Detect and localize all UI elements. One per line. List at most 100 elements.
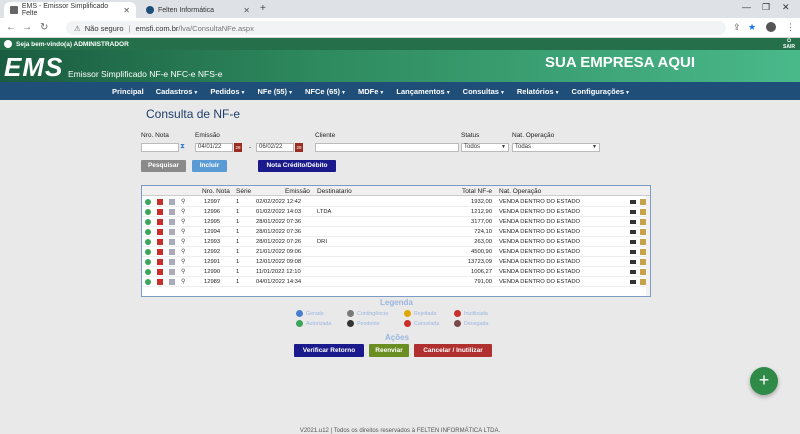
col-nro-nota[interactable]: Nro. Nota — [202, 188, 230, 195]
url-host: emsfi.com.br — [135, 23, 179, 33]
menu-nfce[interactable]: NFCe (65)▼ — [305, 87, 346, 96]
caret-down-icon: ▼ — [288, 89, 294, 96]
pesquisar-button[interactable]: Pesquisar — [141, 160, 186, 172]
menu-lancamentos[interactable]: Lançamentos▼ — [396, 87, 450, 96]
forward-icon[interactable]: → — [22, 22, 32, 33]
table-row[interactable]: ⚲ 12990 1 11/01/2022 12:10 1006,27 VENDA DENT… — [142, 267, 650, 277]
date-to-input[interactable]: 06/02/22 — [256, 143, 294, 152]
magnifier-icon[interactable]: ⚲ — [181, 248, 185, 255]
calendar-icon[interactable]: 28 — [295, 143, 303, 152]
close-tab-icon[interactable]: ✕ — [123, 6, 130, 15]
menu-cadastros[interactable]: Cadastros▼ — [156, 87, 199, 96]
magnifier-icon[interactable]: ⚲ — [181, 268, 185, 275]
new-tab-button[interactable]: + — [260, 3, 266, 14]
email-icon[interactable] — [630, 200, 636, 204]
browser-menu-icon[interactable]: ⋮ — [786, 22, 795, 33]
close-tab-icon[interactable]: ✕ — [243, 6, 250, 15]
share-icon[interactable]: ⇪ — [733, 22, 741, 33]
email-icon[interactable] — [630, 220, 636, 224]
status-select[interactable]: Todos ▼ — [461, 143, 509, 152]
hourglass-icon[interactable]: ⧗ — [180, 143, 185, 151]
email-icon[interactable] — [630, 280, 636, 284]
table-row[interactable]: ⚲ 12997 1 02/02/2022 12:42 1932,00 VENDA DENT… — [142, 197, 650, 207]
email-icon[interactable] — [630, 230, 636, 234]
col-total[interactable]: Total NF-e — [462, 188, 492, 195]
xml-document-icon[interactable] — [169, 279, 175, 285]
col-serie[interactable]: Série — [236, 188, 251, 195]
pdf-icon[interactable] — [157, 239, 163, 245]
email-icon[interactable] — [630, 260, 636, 264]
pdf-icon[interactable] — [157, 259, 163, 265]
cell-nro-nota: 12992 — [204, 249, 221, 255]
add-fab-button[interactable]: + — [750, 367, 778, 395]
menu-principal[interactable]: Principal — [112, 87, 144, 96]
pdf-icon[interactable] — [157, 279, 163, 285]
app-logo[interactable]: EMS — [4, 52, 63, 83]
menu-configuracoes[interactable]: Configurações▼ — [572, 87, 630, 96]
magnifier-icon[interactable]: ⚲ — [181, 228, 185, 235]
window-close-icon[interactable]: ✕ — [782, 2, 790, 13]
xml-document-icon[interactable] — [169, 219, 175, 225]
reenviar-button[interactable]: Reenviar — [369, 344, 409, 357]
table-row[interactable]: ⚲ 12992 1 21/01/2022 09:06 4500,90 VENDA DENT… — [142, 247, 650, 257]
caret-down-icon: ▼ — [554, 89, 560, 96]
magnifier-icon[interactable]: ⚲ — [181, 258, 185, 265]
table-row[interactable]: ⚲ 12993 1 28/01/2022 07:26 DRI 263,00 VENDA DE… — [142, 237, 650, 247]
bookmark-star-icon[interactable]: ★ — [748, 22, 756, 33]
menu-mdfe[interactable]: MDFe▼ — [358, 87, 384, 96]
table-row[interactable]: ⚲ 12991 1 12/01/2022 09:08 13723,09 VENDA DEN… — [142, 257, 650, 267]
pdf-icon[interactable] — [157, 209, 163, 215]
xml-document-icon[interactable] — [169, 239, 175, 245]
back-icon[interactable]: ← — [6, 22, 16, 33]
menu-relatorios[interactable]: Relatórios▼ — [517, 87, 560, 96]
magnifier-icon[interactable]: ⚲ — [181, 198, 185, 205]
calendar-icon[interactable]: 28 — [234, 143, 242, 152]
pdf-icon[interactable] — [157, 269, 163, 275]
url-field[interactable]: ⚠ Não seguro | emsfi.com.br /lva/Consult… — [66, 21, 726, 35]
col-emissao[interactable]: Emissão — [285, 188, 310, 195]
nro-nota-input[interactable] — [141, 143, 179, 152]
email-icon[interactable] — [630, 250, 636, 254]
verificar-retorno-button[interactable]: Verificar Retorno — [294, 344, 364, 357]
menu-pedidos[interactable]: Pedidos▼ — [210, 87, 245, 96]
incluir-button[interactable]: Incluir — [192, 160, 227, 172]
table-row[interactable]: ⚲ 12989 1 04/01/2022 14:34 791,00 VENDA DENTR… — [142, 277, 650, 287]
reload-icon[interactable]: ↻ — [40, 22, 48, 33]
email-icon[interactable] — [630, 270, 636, 274]
cliente-input[interactable] — [315, 143, 459, 152]
profile-avatar[interactable] — [766, 22, 776, 32]
xml-document-icon[interactable] — [169, 269, 175, 275]
cell-nro-nota: 12991 — [204, 259, 221, 265]
xml-document-icon[interactable] — [169, 229, 175, 235]
xml-document-icon[interactable] — [169, 209, 175, 215]
natop-select[interactable]: Todas ▼ — [512, 143, 600, 152]
pdf-icon[interactable] — [157, 219, 163, 225]
pdf-icon[interactable] — [157, 199, 163, 205]
magnifier-icon[interactable]: ⚲ — [181, 238, 185, 245]
menu-consultas[interactable]: Consultas▼ — [463, 87, 505, 96]
menu-nfe[interactable]: NFe (55)▼ — [257, 87, 293, 96]
date-from-input[interactable]: 04/01/22 — [195, 143, 233, 152]
browser-tab-felten[interactable]: Felten Informática ✕ — [140, 2, 256, 18]
xml-document-icon[interactable] — [169, 199, 175, 205]
email-icon[interactable] — [630, 210, 636, 214]
grid-scrollbar[interactable] — [646, 196, 650, 296]
magnifier-icon[interactable]: ⚲ — [181, 208, 185, 215]
nota-credito-button[interactable]: Nota Crédito/Débito — [258, 160, 336, 172]
table-row[interactable]: ⚲ 12995 1 28/01/2022 07:36 3177,00 VENDA DENT… — [142, 217, 650, 227]
email-icon[interactable] — [630, 240, 636, 244]
magnifier-icon[interactable]: ⚲ — [181, 278, 185, 285]
pdf-icon[interactable] — [157, 229, 163, 235]
magnifier-icon[interactable]: ⚲ — [181, 218, 185, 225]
xml-document-icon[interactable] — [169, 249, 175, 255]
minimize-icon[interactable]: — — [742, 2, 751, 12]
cancelar-inutilizar-button[interactable]: Cancelar / Inutilizar — [414, 344, 492, 357]
table-row[interactable]: ⚲ 12994 1 28/01/2022 07:36 724,10 VENDA DENTR… — [142, 227, 650, 237]
browser-tab-ems[interactable]: EMS - Emissor Simplificado Felte ✕ — [4, 2, 136, 18]
maximize-icon[interactable]: ❐ — [762, 2, 770, 13]
pdf-icon[interactable] — [157, 249, 163, 255]
table-row[interactable]: ⚲ 12996 1 01/02/2022 14:03 LTDA 1212,90 VENDA … — [142, 207, 650, 217]
col-natop[interactable]: Nat. Operação — [499, 188, 541, 195]
col-destinatario[interactable]: Destinatario — [317, 188, 352, 195]
xml-document-icon[interactable] — [169, 259, 175, 265]
